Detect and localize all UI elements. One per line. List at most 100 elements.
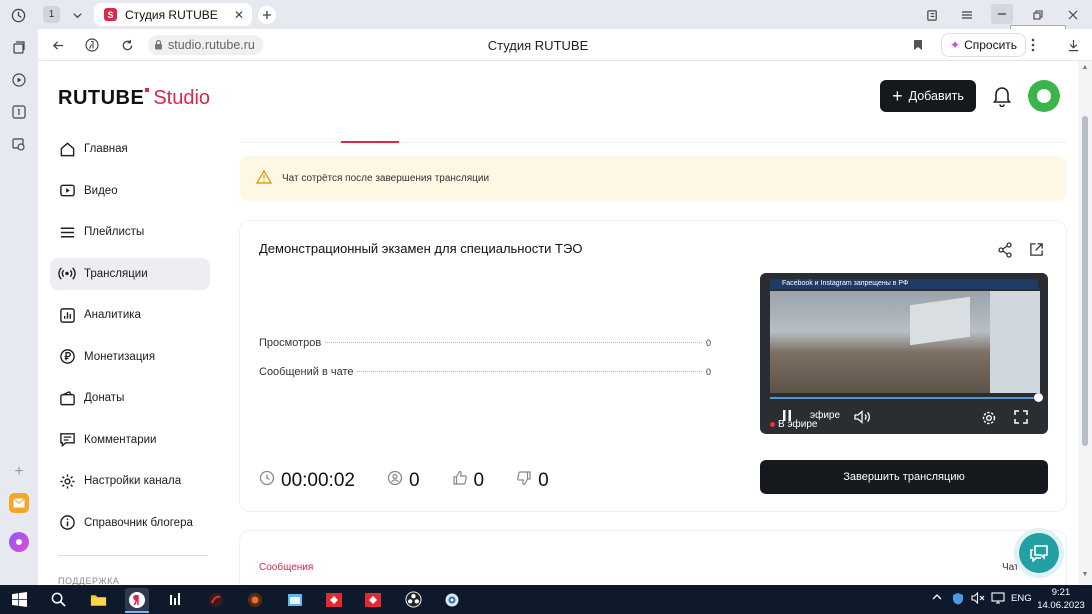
thumbs-up-icon	[452, 470, 468, 492]
end-stream-button[interactable]: Завершить трансляцию	[760, 460, 1048, 494]
collections-icon[interactable]	[924, 7, 940, 23]
add-panel-icon[interactable]: +	[10, 463, 28, 481]
taskbar-clock[interactable]: 9:21 14.06.2023	[1036, 586, 1086, 612]
app-stats-icon[interactable]	[164, 588, 188, 611]
video-panel-icon[interactable]	[10, 71, 28, 89]
likes-stat: 0	[452, 470, 484, 492]
reload-icon[interactable]	[119, 37, 135, 53]
menu-icon[interactable]	[959, 7, 975, 23]
donate-icon	[58, 389, 76, 407]
app-game-icon[interactable]	[243, 588, 267, 611]
volume-icon[interactable]	[854, 410, 872, 424]
back-arrow-icon[interactable]	[50, 37, 66, 53]
sidebar-item-label: Комментарии	[84, 433, 157, 446]
anydesk-second-icon[interactable]	[361, 588, 385, 611]
tray-volume-muted-icon[interactable]	[971, 591, 985, 607]
messages-label: Сообщений в чате	[259, 366, 354, 378]
sidebar-item-donations[interactable]: Донаты	[50, 382, 210, 414]
live-badge-label: В эфире	[778, 419, 818, 430]
browser-tab-bar: 1 S Студия RUTUBE ✕	[0, 0, 1092, 29]
home-icon	[58, 140, 76, 158]
tray-network-icon[interactable]	[991, 592, 1005, 607]
info-icon	[58, 514, 76, 532]
minimize-icon[interactable]	[991, 4, 1013, 24]
tray-chevron-up-icon[interactable]	[932, 592, 942, 605]
windows-taskbar: ENG 9:21 14.06.2023	[0, 585, 1092, 614]
sidebar-item-playlists[interactable]: Плейлисты	[50, 216, 210, 248]
app-window-icon[interactable]	[283, 588, 307, 611]
alice-assistant-icon[interactable]	[9, 532, 29, 552]
search-icon[interactable]	[46, 588, 70, 611]
video-progress-bar[interactable]	[770, 397, 1038, 399]
sidebar-item-analytics[interactable]: Аналитика	[50, 299, 210, 331]
sidebar-item-channel-settings[interactable]: Настройки канала	[50, 465, 210, 497]
sidebar-item-monetization[interactable]: Монетизация	[50, 341, 210, 373]
mail-app-icon[interactable]	[9, 493, 29, 513]
bell-icon[interactable]	[992, 85, 1012, 108]
more-menu-icon[interactable]	[1025, 37, 1041, 53]
add-button[interactable]: + Добавить	[880, 80, 976, 112]
dislikes-value: 0	[538, 470, 549, 491]
app-dark-red-icon[interactable]	[204, 588, 228, 611]
support-chat-button[interactable]	[1019, 533, 1059, 573]
close-window-icon[interactable]	[1065, 7, 1081, 23]
channel-avatar[interactable]	[1028, 80, 1060, 112]
sidebar-divider	[58, 555, 208, 556]
bookmarks-panel-icon[interactable]	[10, 39, 28, 57]
messages-stat-row: Сообщений в чате 0	[259, 366, 711, 378]
yandex-browser-icon[interactable]	[125, 588, 149, 611]
webcam-app-icon[interactable]	[440, 588, 464, 611]
windows-start-icon[interactable]	[7, 588, 31, 611]
sidebar-item-label: Видео	[84, 184, 118, 197]
sidebar-item-home[interactable]: Главная	[50, 133, 210, 165]
scrollbar-thumb[interactable]	[1082, 116, 1088, 446]
sidebar-item-comments[interactable]: Комментарии	[50, 424, 210, 456]
viewers-value: 0	[408, 470, 420, 491]
analytics-icon	[58, 306, 76, 324]
browser-tab[interactable]: S Студия RUTUBE ✕	[94, 3, 252, 26]
page-scrollbar[interactable]: ▲ ▼	[1078, 61, 1092, 585]
open-external-icon[interactable]	[1029, 242, 1045, 258]
ask-button[interactable]: ✦ Спросить	[941, 33, 1027, 57]
viewer-icon	[387, 470, 403, 492]
stream-preview-player[interactable]: Facebook и Instagram запрещены в РФ эфир…	[760, 273, 1048, 434]
sidebar-item-label: Аналитика	[84, 309, 141, 321]
restore-icon[interactable]	[1030, 7, 1046, 23]
sidebar-item-video[interactable]: Видео	[50, 175, 210, 207]
sidebar-item-label: Монетизация	[84, 350, 156, 363]
dislikes-stat: 0	[516, 470, 549, 492]
scroll-up-arrow-icon[interactable]: ▲	[1081, 64, 1089, 71]
lock-icon	[154, 39, 163, 53]
tab-title: Студия RUTUBE	[125, 7, 218, 22]
obs-studio-icon[interactable]	[401, 588, 425, 611]
settings-gear-icon[interactable]	[981, 410, 997, 426]
rutube-studio-logo[interactable]: RUTUBE Studio	[58, 87, 210, 110]
chevron-down-icon[interactable]	[69, 7, 85, 23]
close-tab-icon[interactable]: ✕	[232, 8, 246, 22]
tab-number-icon[interactable]	[10, 103, 28, 121]
tab-count-badge[interactable]: 1	[43, 6, 60, 23]
screenshot-icon[interactable]	[10, 135, 28, 153]
tray-language[interactable]: ENG	[1011, 593, 1032, 604]
downloads-icon[interactable]	[1065, 37, 1081, 53]
sidebar-item-broadcasts[interactable]: Трансляции	[50, 257, 210, 290]
clock-icon	[259, 470, 275, 492]
progress-knob[interactable]	[1034, 393, 1043, 402]
file-explorer-icon[interactable]	[86, 588, 110, 611]
sidebar-item-blogger-guide[interactable]: Справочник блогера	[50, 507, 210, 539]
yandex-logo-icon[interactable]	[84, 37, 100, 53]
bookmark-icon[interactable]	[910, 37, 926, 53]
tray-defender-icon[interactable]	[952, 592, 964, 608]
history-icon[interactable]	[10, 7, 26, 23]
sidebar-item-label: Трансляции	[84, 267, 148, 280]
playlist-icon	[58, 223, 76, 241]
fullscreen-icon[interactable]	[1014, 410, 1028, 424]
share-icon[interactable]	[997, 242, 1013, 258]
logo-rutube-text: RUTUBE	[58, 87, 145, 109]
scroll-down-arrow-icon[interactable]: ▼	[1081, 571, 1089, 578]
new-tab-icon[interactable]	[258, 6, 276, 24]
ruble-icon	[58, 348, 76, 366]
tab-messages[interactable]: Сообщения	[259, 562, 313, 573]
url-field[interactable]: studio.rutube.ru	[148, 35, 263, 55]
anydesk-icon[interactable]	[322, 588, 346, 611]
